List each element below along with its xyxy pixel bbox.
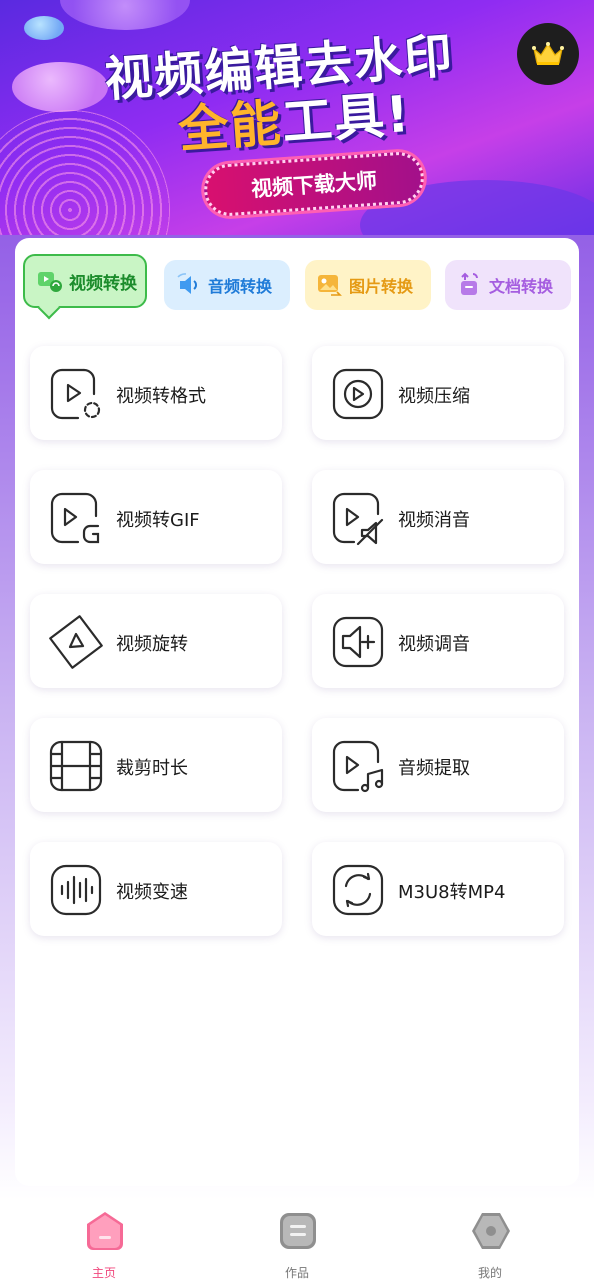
feature-audio-extract[interactable]: 音频提取: [312, 718, 564, 812]
vip-button[interactable]: [517, 23, 579, 85]
feature-video-format[interactable]: 视频转格式: [30, 346, 282, 440]
decor-blob: [12, 62, 108, 112]
banner-title-line2: 全能工具!: [176, 74, 413, 162]
video-volume-icon: [332, 616, 384, 668]
waveform-speed-icon: [50, 864, 102, 916]
home-icon: [87, 1212, 123, 1250]
feature-label: M3U8转MP4: [398, 882, 506, 903]
feature-label: 视频消音: [398, 510, 470, 531]
tab-label: 图片转换: [349, 277, 414, 296]
feature-video-gif[interactable]: 视频转GIF: [30, 470, 282, 564]
feature-m3u8-mp4[interactable]: M3U8转MP4: [312, 842, 564, 936]
nav-works[interactable]: 作品: [257, 1208, 337, 1280]
feature-label: 视频调音: [398, 634, 470, 655]
feature-video-speed[interactable]: 视频变速: [30, 842, 282, 936]
nav-label: 作品: [284, 1266, 309, 1280]
feature-label: 视频变速: [116, 882, 188, 903]
category-tabs: 视频转换 音频转换 图片转换 文档转换: [15, 238, 579, 328]
feature-label: 视频压缩: [398, 386, 470, 407]
audio-extract-icon: [332, 740, 384, 793]
image-convert-icon: [318, 275, 342, 296]
video-mute-icon: [332, 492, 384, 546]
doc-convert-icon: [461, 272, 478, 295]
feature-label: 音频提取: [398, 758, 470, 779]
video-rotate-icon: [49, 615, 103, 669]
tab-label: 音频转换: [208, 277, 273, 296]
top-banner[interactable]: 视频编辑去水印 全能工具! 视频下载大师: [0, 0, 594, 235]
feature-label: 视频转格式: [116, 386, 206, 407]
tab-label: 文档转换: [489, 277, 554, 296]
feature-video-compress[interactable]: 视频压缩: [312, 346, 564, 440]
decor-rings: [0, 110, 170, 235]
nav-profile[interactable]: 我的: [450, 1208, 530, 1280]
video-gif-icon: [50, 492, 100, 544]
main-card: 视频转换 音频转换 图片转换 文档转换 视频转格式 视频压缩 视频转GIF 视频…: [15, 238, 579, 1186]
tab-doc-convert[interactable]: 文档转换: [445, 260, 571, 310]
feature-video-mute[interactable]: 视频消音: [312, 470, 564, 564]
profile-icon: [472, 1213, 510, 1249]
feature-crop-duration[interactable]: 裁剪时长: [30, 718, 282, 812]
video-convert-icon: [38, 272, 62, 292]
audio-convert-icon: [177, 273, 197, 294]
film-crop-icon: [49, 740, 103, 792]
feature-label: 视频旋转: [116, 634, 188, 655]
banner-title-rest: 工具!: [280, 84, 413, 152]
works-icon: [280, 1213, 316, 1249]
video-compress-icon: [332, 368, 384, 420]
tab-label: 视频转换: [69, 273, 137, 294]
video-format-icon: [50, 368, 101, 420]
nav-home[interactable]: 主页: [64, 1208, 144, 1280]
m3u8-convert-icon: [332, 864, 384, 916]
feature-label: 视频转GIF: [116, 510, 200, 531]
nav-label: 我的: [477, 1266, 502, 1280]
feature-video-rotate[interactable]: 视频旋转: [30, 594, 282, 688]
banner-title-accent: 全能: [176, 93, 285, 160]
tab-audio-convert[interactable]: 音频转换: [164, 260, 290, 310]
feature-video-volume[interactable]: 视频调音: [312, 594, 564, 688]
decor-blob: [24, 16, 64, 40]
tab-video-convert[interactable]: 视频转换: [23, 254, 147, 308]
decor-blob: [60, 0, 190, 30]
nav-label: 主页: [91, 1266, 116, 1280]
bottom-nav: 主页 作品 我的: [0, 1200, 594, 1280]
crown-icon: [532, 42, 564, 65]
feature-label: 裁剪时长: [116, 758, 188, 779]
tab-image-convert[interactable]: 图片转换: [305, 260, 431, 310]
